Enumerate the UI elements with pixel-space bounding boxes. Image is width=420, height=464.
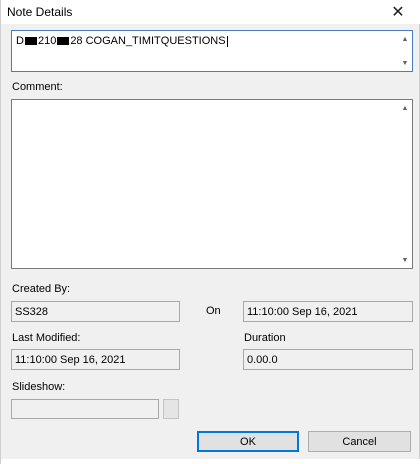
comment-label: Comment: bbox=[12, 81, 63, 93]
note-details-dialog: Note Details ✕ D 210 28 COGAN_TIMITQUESTIO… bbox=[0, 0, 420, 464]
note-name-field[interactable]: D 210 28 COGAN_TIMITQUESTIONS ▲ ▼ bbox=[11, 30, 413, 72]
scroll-up-icon[interactable]: ▲ bbox=[399, 33, 411, 45]
window-title: Note Details bbox=[7, 5, 73, 19]
close-icon[interactable]: ✕ bbox=[375, 0, 420, 24]
redaction-block bbox=[57, 37, 70, 46]
comment-textarea[interactable]: ▲ ▼ bbox=[11, 99, 413, 269]
duration-field: 0.00.0 bbox=[243, 349, 413, 370]
created-on-field: 11:10:00 Sep 16, 2021 bbox=[243, 301, 413, 322]
redaction-block bbox=[24, 37, 37, 46]
window-bottom-edge bbox=[1, 459, 420, 464]
last-modified-field: 11:10:00 Sep 16, 2021 bbox=[11, 349, 180, 370]
slideshow-browse-button[interactable] bbox=[163, 399, 179, 419]
slideshow-label: Slideshow: bbox=[12, 381, 66, 393]
scroll-up-icon[interactable]: ▲ bbox=[399, 102, 411, 114]
slideshow-field bbox=[11, 399, 159, 419]
duration-label: Duration bbox=[244, 332, 286, 344]
cancel-button[interactable]: Cancel bbox=[308, 431, 411, 452]
title-bar: Note Details ✕ bbox=[1, 0, 420, 24]
scroll-down-icon[interactable]: ▼ bbox=[399, 57, 411, 69]
created-by-label: Created By: bbox=[12, 283, 71, 295]
text-cursor bbox=[226, 35, 228, 47]
last-modified-label: Last Modified: bbox=[12, 332, 81, 344]
created-by-field: SS328 bbox=[11, 301, 180, 322]
ok-button[interactable]: OK bbox=[197, 431, 299, 452]
note-name-text: D 210 28 COGAN_TIMITQUESTIONS bbox=[16, 35, 228, 47]
scroll-down-icon[interactable]: ▼ bbox=[399, 254, 411, 266]
on-label: On bbox=[206, 305, 221, 317]
